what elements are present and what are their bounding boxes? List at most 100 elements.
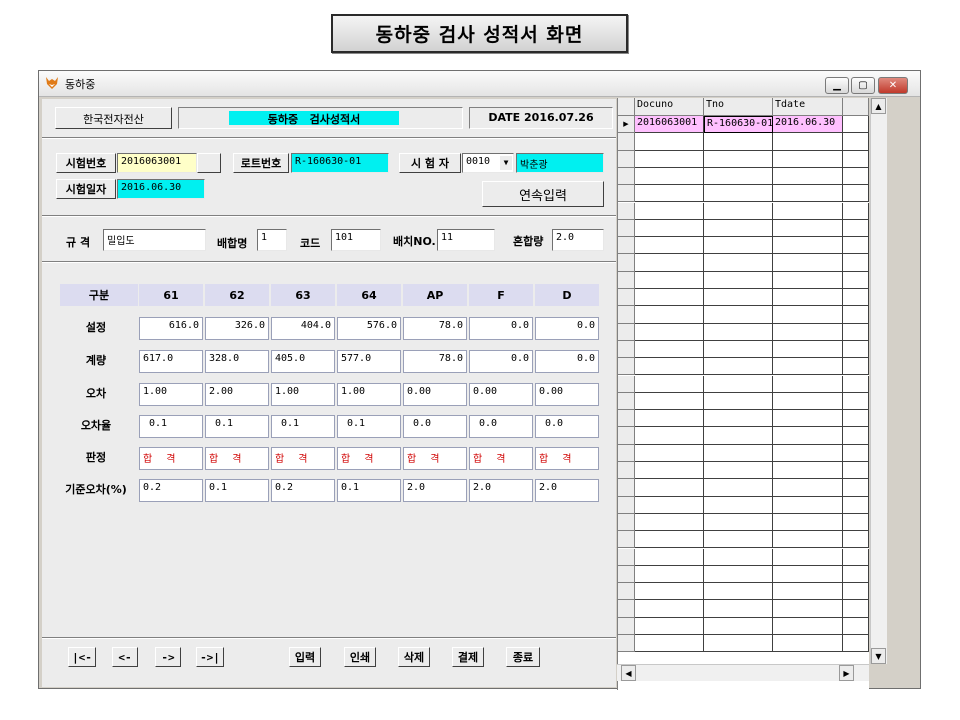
grid-empty-cell[interactable] bbox=[704, 306, 773, 324]
grid-empty-cell[interactable] bbox=[773, 219, 843, 238]
grid-empty-cell[interactable] bbox=[843, 479, 869, 497]
table-cell[interactable]: 0.1 bbox=[271, 415, 335, 438]
grid-row-header[interactable] bbox=[618, 479, 635, 497]
next-record-button[interactable]: -> bbox=[155, 647, 181, 667]
table-cell[interactable]: 0.1 bbox=[337, 479, 401, 502]
grid-empty-cell[interactable] bbox=[704, 565, 773, 584]
grid-row-header[interactable] bbox=[618, 635, 635, 653]
grid-empty-cell[interactable] bbox=[773, 306, 843, 324]
close-button[interactable]: ✕ bbox=[878, 77, 908, 94]
grid-empty-cell[interactable] bbox=[635, 167, 704, 186]
grid-empty-cell[interactable] bbox=[704, 340, 773, 359]
grid-empty-cell[interactable] bbox=[773, 340, 843, 359]
grid-empty-cell[interactable] bbox=[843, 219, 869, 238]
grid-cell[interactable]: 2016063001 bbox=[635, 116, 704, 134]
grid-empty-cell[interactable] bbox=[635, 219, 704, 238]
table-cell[interactable]: 0.0 bbox=[469, 415, 533, 438]
grid-row-header[interactable] bbox=[618, 323, 635, 341]
grid-column-header[interactable]: Tdate bbox=[773, 98, 843, 116]
grid-empty-cell[interactable] bbox=[843, 427, 869, 445]
exit-button[interactable]: 종료 bbox=[506, 647, 540, 667]
grid-empty-cell[interactable] bbox=[635, 479, 704, 497]
grid-row-header[interactable]: ▶ bbox=[618, 116, 635, 134]
grid-empty-cell[interactable] bbox=[843, 150, 869, 168]
grid-row-header[interactable] bbox=[618, 358, 635, 376]
grid-empty-cell[interactable] bbox=[704, 185, 773, 203]
grid-empty-cell[interactable] bbox=[635, 133, 704, 151]
table-cell[interactable]: 합 격 bbox=[469, 447, 533, 470]
table-cell[interactable]: 합 격 bbox=[535, 447, 599, 470]
table-cell[interactable]: 405.0 bbox=[271, 350, 335, 373]
table-cell[interactable]: 2.00 bbox=[205, 383, 269, 406]
grid-row-header[interactable] bbox=[618, 513, 635, 532]
table-cell[interactable]: 2.0 bbox=[403, 479, 467, 502]
grid-empty-cell[interactable] bbox=[843, 116, 869, 134]
grid-empty-cell[interactable] bbox=[773, 185, 843, 203]
grid-row-header[interactable] bbox=[618, 600, 635, 618]
grid-empty-cell[interactable] bbox=[635, 513, 704, 532]
grid-empty-cell[interactable] bbox=[635, 323, 704, 341]
grid-empty-cell[interactable] bbox=[773, 617, 843, 635]
grid-empty-cell[interactable] bbox=[704, 427, 773, 445]
table-cell[interactable]: 2.0 bbox=[469, 479, 533, 502]
grid-empty-cell[interactable] bbox=[843, 635, 869, 653]
grid-empty-cell[interactable] bbox=[704, 444, 773, 462]
table-cell[interactable]: 0.2 bbox=[139, 479, 203, 502]
table-cell[interactable]: 0.0 bbox=[403, 415, 467, 438]
grid-empty-cell[interactable] bbox=[773, 479, 843, 497]
grid-empty-cell[interactable] bbox=[773, 444, 843, 462]
table-cell[interactable]: 0.0 bbox=[535, 350, 599, 373]
grid-empty-cell[interactable] bbox=[704, 462, 773, 480]
grid-empty-cell[interactable] bbox=[704, 323, 773, 341]
scroll-left-icon[interactable]: ◀ bbox=[621, 665, 636, 681]
grid-empty-cell[interactable] bbox=[635, 583, 704, 601]
grid-empty-cell[interactable] bbox=[635, 462, 704, 480]
grid-empty-cell[interactable] bbox=[635, 444, 704, 462]
grid-empty-cell[interactable] bbox=[843, 323, 869, 341]
grid-horizontal-scrollbar[interactable]: ◀ ▶ bbox=[617, 664, 869, 681]
grid-empty-cell[interactable] bbox=[773, 375, 843, 393]
table-cell[interactable]: 0.1 bbox=[205, 415, 269, 438]
scroll-up-icon[interactable]: ▲ bbox=[871, 98, 886, 114]
grid-empty-cell[interactable] bbox=[635, 340, 704, 359]
grid-empty-cell[interactable] bbox=[635, 289, 704, 307]
grid-row-header[interactable] bbox=[618, 167, 635, 186]
grid-empty-cell[interactable] bbox=[704, 583, 773, 601]
table-cell[interactable]: 1.00 bbox=[337, 383, 401, 406]
table-cell[interactable]: 0.1 bbox=[139, 415, 203, 438]
grid-empty-cell[interactable] bbox=[843, 617, 869, 635]
grid-cell[interactable]: 2016.06.30 bbox=[773, 116, 843, 134]
grid-row-header[interactable] bbox=[618, 289, 635, 307]
grid-empty-cell[interactable] bbox=[843, 271, 869, 289]
grid-empty-cell[interactable] bbox=[635, 185, 704, 203]
grid-empty-cell[interactable] bbox=[773, 323, 843, 341]
table-cell[interactable]: 0.0 bbox=[535, 415, 599, 438]
prev-record-button[interactable]: <- bbox=[112, 647, 138, 667]
grid-row-header[interactable] bbox=[618, 427, 635, 445]
grid-empty-cell[interactable] bbox=[635, 617, 704, 635]
table-cell[interactable]: 0.1 bbox=[205, 479, 269, 502]
grid-row-header[interactable] bbox=[618, 410, 635, 428]
grid-empty-cell[interactable] bbox=[704, 202, 773, 220]
grid-empty-cell[interactable] bbox=[704, 531, 773, 549]
table-cell[interactable]: 합 격 bbox=[271, 447, 335, 470]
maximize-button[interactable]: ▢ bbox=[851, 77, 875, 94]
grid-empty-cell[interactable] bbox=[635, 254, 704, 272]
grid-empty-cell[interactable] bbox=[773, 583, 843, 601]
grid-empty-cell[interactable] bbox=[843, 548, 869, 566]
grid-empty-cell[interactable] bbox=[704, 150, 773, 168]
grid-empty-cell[interactable] bbox=[635, 392, 704, 411]
grid-empty-cell[interactable] bbox=[704, 375, 773, 393]
last-record-button[interactable]: ->| bbox=[196, 647, 224, 667]
grid-row-header[interactable] bbox=[618, 583, 635, 601]
table-cell[interactable]: 0.0 bbox=[469, 350, 533, 373]
grid-empty-cell[interactable] bbox=[635, 600, 704, 618]
grid-column-header[interactable]: Tno bbox=[704, 98, 773, 116]
grid-empty-cell[interactable] bbox=[843, 202, 869, 220]
grid-empty-cell[interactable] bbox=[773, 635, 843, 653]
grid-empty-cell[interactable] bbox=[773, 427, 843, 445]
table-cell[interactable]: 0.1 bbox=[337, 415, 401, 438]
table-cell[interactable]: 0.00 bbox=[469, 383, 533, 406]
grid-empty-cell[interactable] bbox=[704, 410, 773, 428]
table-cell[interactable]: 328.0 bbox=[205, 350, 269, 373]
